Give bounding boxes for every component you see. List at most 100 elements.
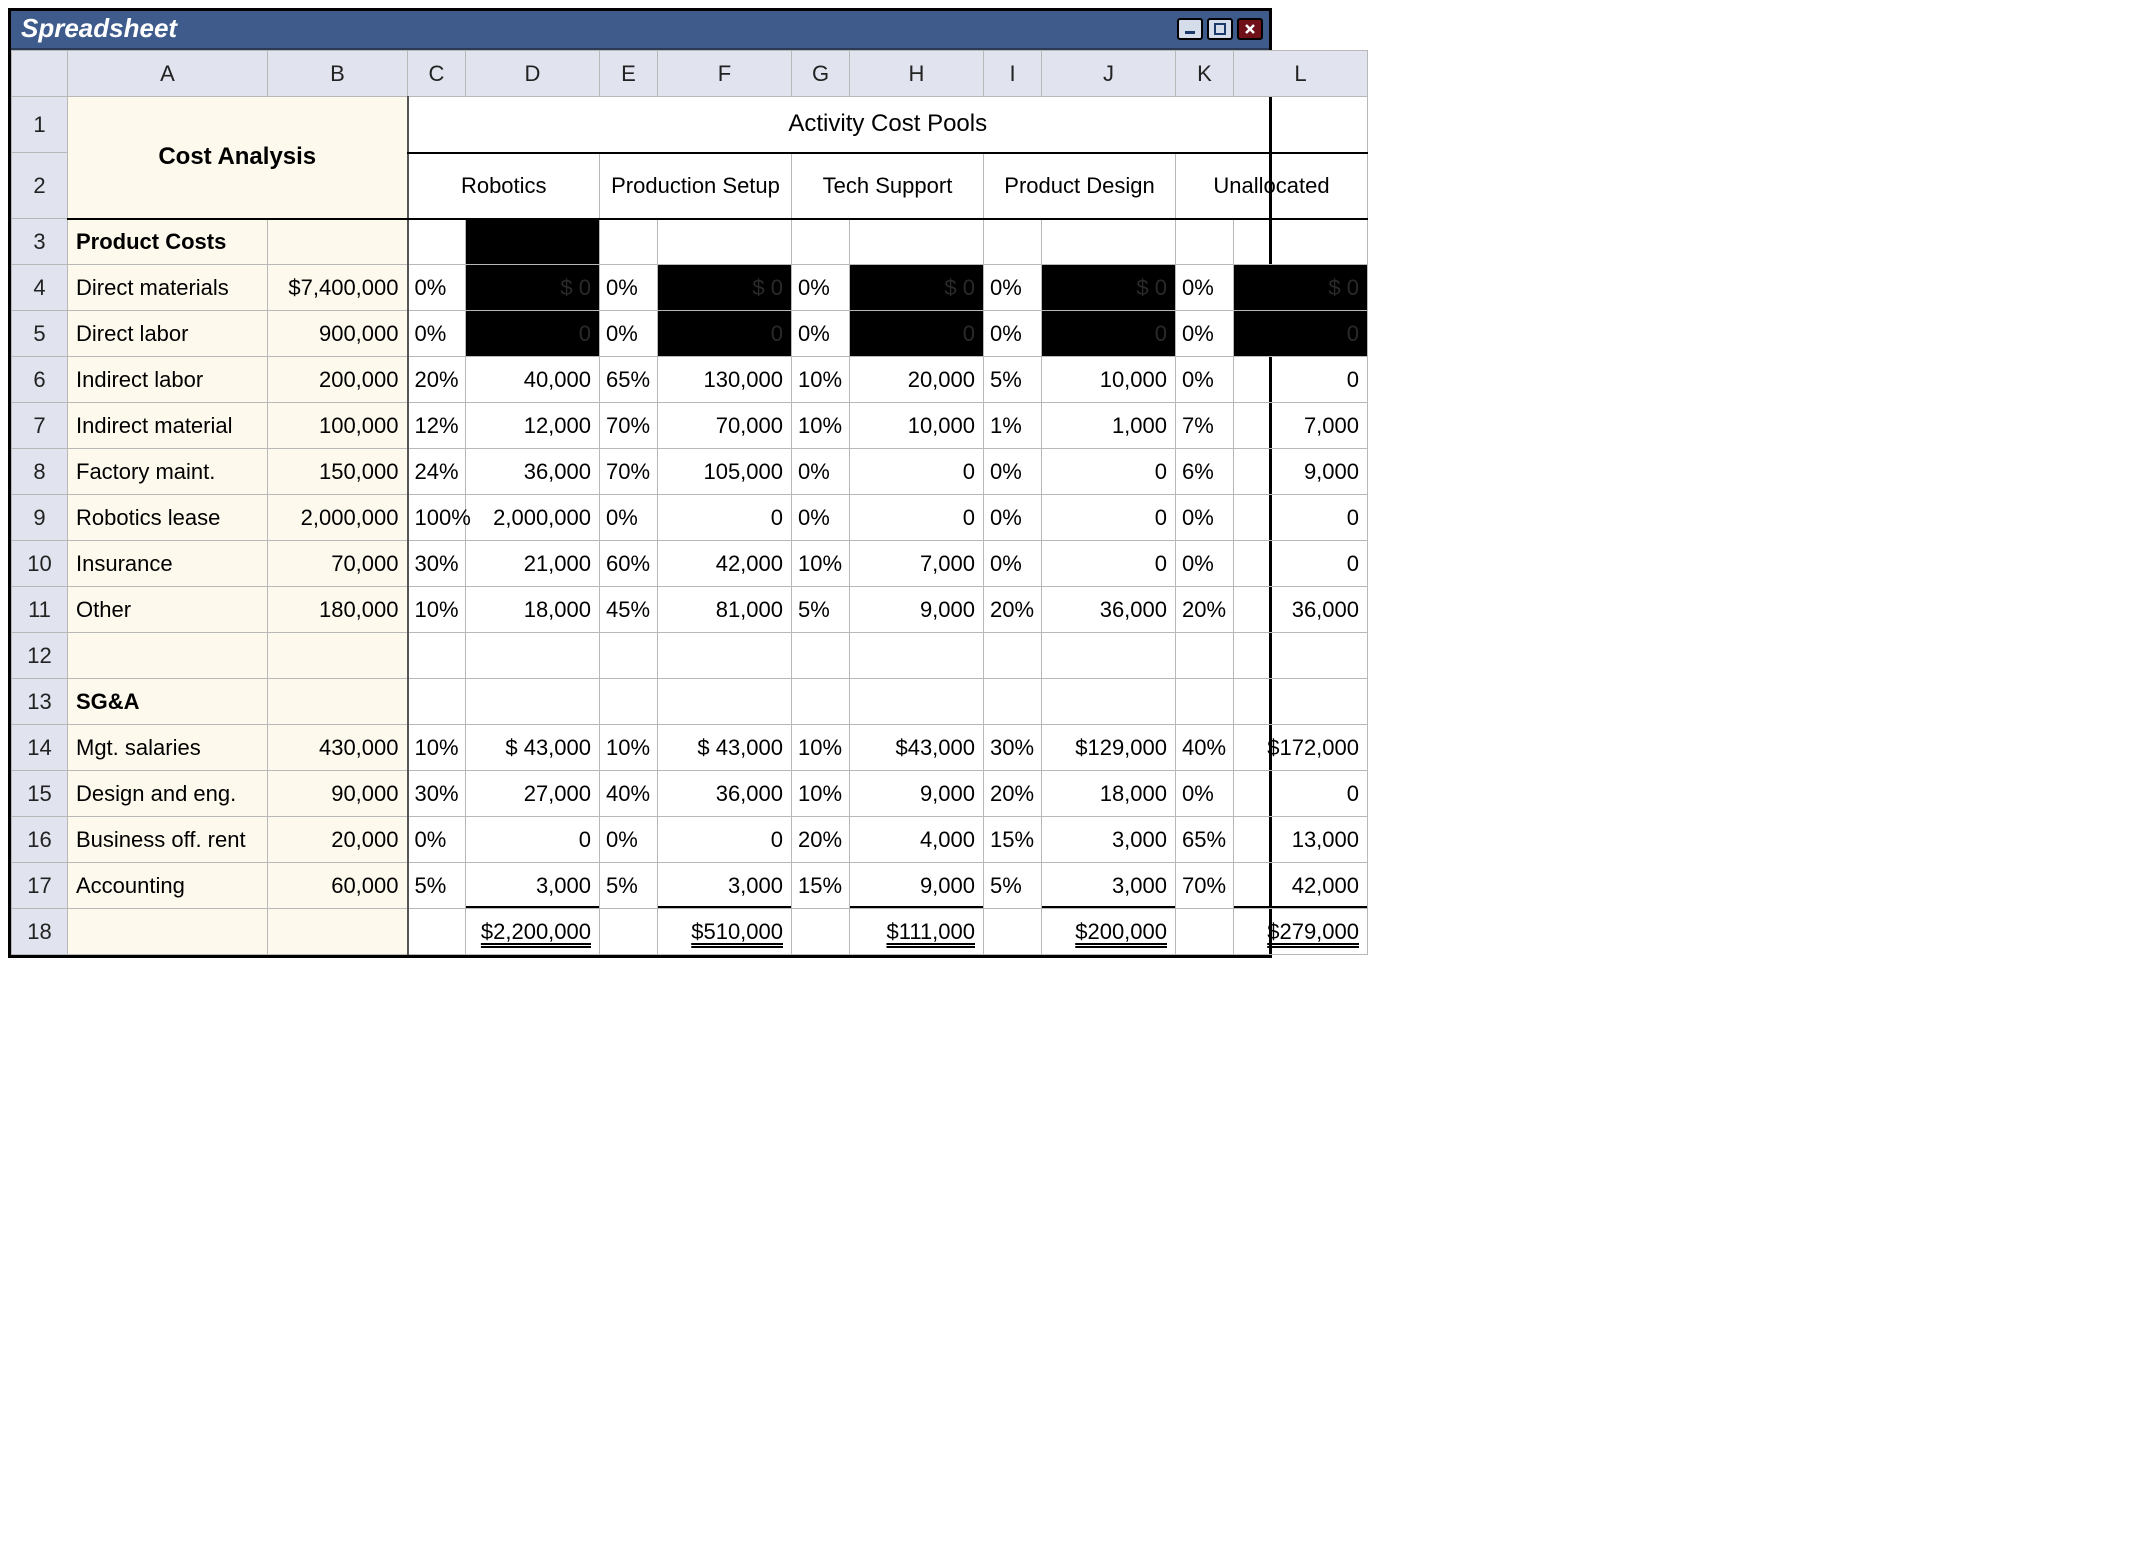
- col-header[interactable]: L: [1234, 51, 1368, 97]
- alloc-amount[interactable]: $ 43,000: [466, 725, 600, 771]
- row-header[interactable]: 8: [12, 449, 68, 495]
- cell[interactable]: [850, 679, 984, 725]
- alloc-pct[interactable]: 10%: [792, 771, 850, 817]
- section-product-costs[interactable]: Product Costs: [68, 219, 268, 265]
- alloc-amount[interactable]: $ 0: [466, 265, 600, 311]
- alloc-amount[interactable]: 3,000: [658, 863, 792, 909]
- alloc-pct[interactable]: 40%: [600, 771, 658, 817]
- alloc-amount[interactable]: $ 0: [850, 265, 984, 311]
- alloc-amount[interactable]: 105,000: [658, 449, 792, 495]
- row-header[interactable]: 18: [12, 909, 68, 955]
- cost-item-label[interactable]: Direct materials: [68, 265, 268, 311]
- alloc-pct[interactable]: 65%: [1176, 817, 1234, 863]
- alloc-pct[interactable]: 70%: [600, 403, 658, 449]
- alloc-amount[interactable]: 42,000: [658, 541, 792, 587]
- alloc-amount[interactable]: 70,000: [658, 403, 792, 449]
- cost-analysis-header[interactable]: Cost Analysis: [68, 97, 408, 219]
- col-header[interactable]: F: [658, 51, 792, 97]
- sga-item-label[interactable]: Business off. rent: [68, 817, 268, 863]
- sga-item-label[interactable]: Mgt. salaries: [68, 725, 268, 771]
- alloc-amount[interactable]: 13,000: [1234, 817, 1368, 863]
- alloc-pct[interactable]: 70%: [1176, 863, 1234, 909]
- cost-item-label[interactable]: Direct labor: [68, 311, 268, 357]
- cost-item-label[interactable]: Indirect material: [68, 403, 268, 449]
- cell[interactable]: [600, 909, 658, 955]
- alloc-amount[interactable]: 18,000: [466, 587, 600, 633]
- alloc-amount[interactable]: 0: [1234, 357, 1368, 403]
- cell[interactable]: [1042, 679, 1176, 725]
- alloc-pct[interactable]: 0%: [1176, 357, 1234, 403]
- alloc-pct[interactable]: 5%: [984, 357, 1042, 403]
- sga-item-amount[interactable]: 90,000: [268, 771, 408, 817]
- cell[interactable]: [658, 219, 792, 265]
- total-robotics[interactable]: $2,200,000: [466, 909, 600, 955]
- cell[interactable]: [1234, 219, 1368, 265]
- alloc-pct[interactable]: 10%: [600, 725, 658, 771]
- cost-item-amount[interactable]: 900,000: [268, 311, 408, 357]
- alloc-pct[interactable]: 0%: [1176, 265, 1234, 311]
- alloc-pct[interactable]: 0%: [1176, 311, 1234, 357]
- alloc-pct[interactable]: 15%: [792, 863, 850, 909]
- cell[interactable]: [408, 679, 466, 725]
- cell[interactable]: [850, 633, 984, 679]
- alloc-amount[interactable]: $ 0: [1234, 265, 1368, 311]
- alloc-amount[interactable]: 36,000: [1042, 587, 1176, 633]
- alloc-pct[interactable]: 1%: [984, 403, 1042, 449]
- col-header[interactable]: A: [68, 51, 268, 97]
- alloc-amount[interactable]: 130,000: [658, 357, 792, 403]
- alloc-pct[interactable]: 0%: [792, 311, 850, 357]
- cell[interactable]: [792, 679, 850, 725]
- row-header[interactable]: 5: [12, 311, 68, 357]
- alloc-amount[interactable]: 4,000: [850, 817, 984, 863]
- alloc-pct[interactable]: 0%: [984, 265, 1042, 311]
- alloc-pct[interactable]: 0%: [600, 265, 658, 311]
- alloc-amount[interactable]: 21,000: [466, 541, 600, 587]
- alloc-amount[interactable]: 27,000: [466, 771, 600, 817]
- pool-header-robotics[interactable]: Robotics: [408, 153, 600, 219]
- alloc-pct[interactable]: 10%: [408, 587, 466, 633]
- alloc-amount[interactable]: 12,000: [466, 403, 600, 449]
- col-header[interactable]: I: [984, 51, 1042, 97]
- sga-item-amount[interactable]: 60,000: [268, 863, 408, 909]
- alloc-pct[interactable]: 10%: [792, 541, 850, 587]
- alloc-pct[interactable]: 24%: [408, 449, 466, 495]
- cost-item-amount[interactable]: 180,000: [268, 587, 408, 633]
- alloc-amount[interactable]: 0: [1234, 311, 1368, 357]
- alloc-amount[interactable]: 2,000,000: [466, 495, 600, 541]
- alloc-pct[interactable]: 30%: [408, 541, 466, 587]
- alloc-amount[interactable]: 40,000: [466, 357, 600, 403]
- cell[interactable]: [600, 679, 658, 725]
- cell[interactable]: [268, 219, 408, 265]
- cell[interactable]: [600, 219, 658, 265]
- cell[interactable]: [658, 633, 792, 679]
- alloc-pct[interactable]: 45%: [600, 587, 658, 633]
- cell[interactable]: [408, 633, 466, 679]
- alloc-pct[interactable]: 10%: [408, 725, 466, 771]
- alloc-amount[interactable]: 1,000: [1042, 403, 1176, 449]
- alloc-pct[interactable]: 0%: [408, 311, 466, 357]
- alloc-amount[interactable]: 18,000: [1042, 771, 1176, 817]
- row-header[interactable]: 7: [12, 403, 68, 449]
- cost-item-amount[interactable]: 150,000: [268, 449, 408, 495]
- alloc-amount[interactable]: 9,000: [1234, 449, 1368, 495]
- alloc-pct[interactable]: 0%: [1176, 771, 1234, 817]
- alloc-amount[interactable]: 0: [1234, 495, 1368, 541]
- row-header[interactable]: 3: [12, 219, 68, 265]
- alloc-amount[interactable]: 20,000: [850, 357, 984, 403]
- alloc-pct[interactable]: 0%: [984, 449, 1042, 495]
- alloc-pct[interactable]: 60%: [600, 541, 658, 587]
- alloc-pct[interactable]: 0%: [408, 265, 466, 311]
- alloc-amount[interactable]: 9,000: [850, 863, 984, 909]
- row-header[interactable]: 14: [12, 725, 68, 771]
- alloc-amount[interactable]: $ 0: [1042, 265, 1176, 311]
- alloc-pct[interactable]: 0%: [984, 311, 1042, 357]
- alloc-amount[interactable]: 7,000: [850, 541, 984, 587]
- alloc-pct[interactable]: 0%: [1176, 541, 1234, 587]
- alloc-amount[interactable]: 0: [1042, 449, 1176, 495]
- cost-item-label[interactable]: Indirect labor: [68, 357, 268, 403]
- cell[interactable]: [466, 633, 600, 679]
- cost-item-label[interactable]: Robotics lease: [68, 495, 268, 541]
- maximize-button[interactable]: [1207, 18, 1233, 40]
- cell[interactable]: [268, 679, 408, 725]
- cost-item-amount[interactable]: 70,000: [268, 541, 408, 587]
